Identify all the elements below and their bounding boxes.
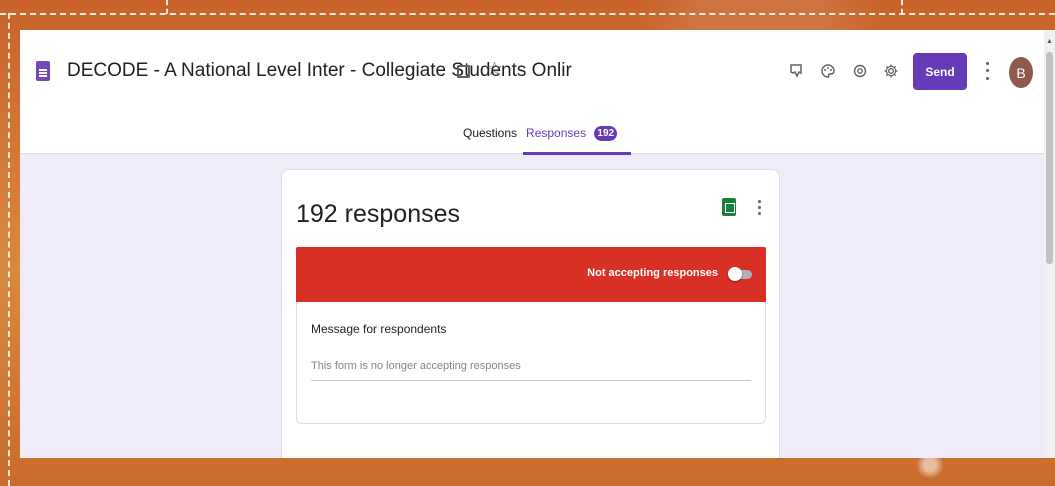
- preview-icon[interactable]: [849, 60, 871, 82]
- scrollbar-thumb[interactable]: [1046, 52, 1053, 264]
- move-to-folder-icon[interactable]: [457, 65, 470, 78]
- settings-icon[interactable]: [880, 60, 902, 82]
- vertical-scrollbar[interactable]: ▲: [1044, 30, 1055, 458]
- dashed-frame-tick: [166, 0, 168, 14]
- more-options-icon[interactable]: [980, 60, 994, 82]
- accepting-responses-label: Not accepting responses: [587, 267, 718, 279]
- account-avatar[interactable]: B: [1009, 57, 1033, 88]
- tab-questions-label: Questions: [463, 126, 518, 140]
- palette-icon[interactable]: [817, 60, 839, 82]
- form-tabs: Questions Responses 192: [460, 122, 632, 155]
- star-icon[interactable]: ☆: [486, 58, 503, 80]
- send-button[interactable]: Send: [913, 53, 967, 90]
- tab-responses[interactable]: Responses 192: [523, 122, 632, 155]
- responses-count-badge: 192: [594, 126, 618, 142]
- customize-theme-icon[interactable]: [785, 60, 807, 82]
- not-accepting-banner: Not accepting responses: [296, 247, 766, 302]
- dashed-frame-top: [0, 13, 1055, 15]
- responses-card: 192 responses Not accepting responses Me…: [281, 169, 780, 458]
- sheets-icon[interactable]: [722, 198, 736, 216]
- scroll-up-arrow-icon[interactable]: ▲: [1046, 38, 1053, 45]
- tab-responses-label: Responses: [526, 126, 587, 140]
- forms-doc-icon[interactable]: [36, 61, 50, 81]
- respondent-message-box: Message for respondents This form is no …: [296, 302, 766, 424]
- top-bar: DECODE - A National Level Inter - Colleg…: [20, 30, 1055, 155]
- responses-more-options-icon[interactable]: [754, 198, 764, 216]
- forms-window: DECODE - A National Level Inter - Colleg…: [20, 30, 1055, 458]
- message-label: Message for respondents: [311, 322, 447, 336]
- accepting-responses-toggle[interactable]: [728, 267, 752, 281]
- responses-count-title: 192 responses: [296, 200, 461, 228]
- message-input[interactable]: This form is no longer accepting respons…: [311, 354, 751, 381]
- toggle-knob: [728, 267, 742, 281]
- dashed-frame-tick: [901, 0, 903, 14]
- tab-questions[interactable]: Questions: [460, 122, 523, 154]
- dashed-frame-left: [8, 13, 10, 486]
